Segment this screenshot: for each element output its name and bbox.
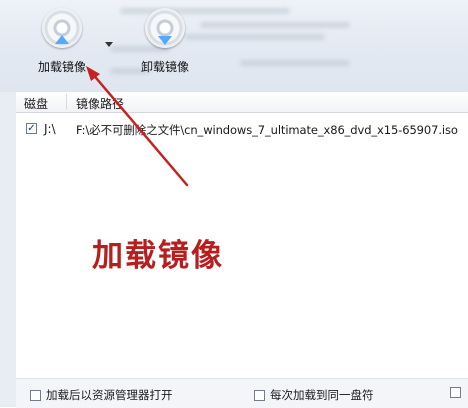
row-checkbox[interactable]: ✓ (26, 123, 37, 134)
annotation-text: 加载镜像 (92, 238, 224, 274)
open-in-explorer-checkbox[interactable] (30, 389, 41, 401)
third-option[interactable] (450, 387, 466, 398)
third-option-checkbox[interactable] (450, 387, 461, 398)
disc-down-icon (145, 8, 185, 48)
open-in-explorer-label: 加载后以资源管理器打开 (46, 388, 173, 402)
same-drive-checkbox[interactable] (254, 389, 265, 401)
column-divider[interactable] (66, 94, 67, 110)
same-drive-option[interactable]: 每次加载到同一盘符 (254, 387, 374, 403)
open-in-explorer-option[interactable]: 加载后以资源管理器打开 (30, 387, 173, 403)
image-list[interactable]: 磁盘 镜像路径 ✓ J:\ F:\必不可删除之文件\cn_windows_7_u… (16, 92, 468, 378)
row-drive: J:\ (44, 122, 56, 136)
chevron-down-icon[interactable] (105, 42, 113, 47)
same-drive-label: 每次加载到同一盘符 (270, 388, 374, 402)
list-header: 磁盘 镜像路径 (16, 92, 468, 113)
unmount-image-button[interactable]: 卸载镜像 (130, 8, 200, 86)
column-header-disk[interactable]: 磁盘 (24, 95, 48, 112)
mount-image-label: 加载镜像 (37, 60, 86, 74)
options-bar: 加载后以资源管理器打开 每次加载到同一盘符 (16, 378, 468, 408)
unmount-image-label: 卸载镜像 (140, 60, 189, 74)
mount-image-button[interactable]: 加载镜像 (27, 8, 97, 86)
row-image-path: F:\必不可删除之文件\cn_windows_7_ultimate_x86_dv… (76, 123, 458, 137)
column-header-path[interactable]: 镜像路径 (76, 95, 124, 112)
toolbar: 加载镜像 卸载镜像 (0, 0, 468, 92)
disc-up-icon (42, 8, 82, 48)
list-item[interactable]: ✓ J:\ F:\必不可删除之文件\cn_windows_7_ultimate_… (16, 120, 468, 140)
left-panel-edge (0, 92, 17, 407)
